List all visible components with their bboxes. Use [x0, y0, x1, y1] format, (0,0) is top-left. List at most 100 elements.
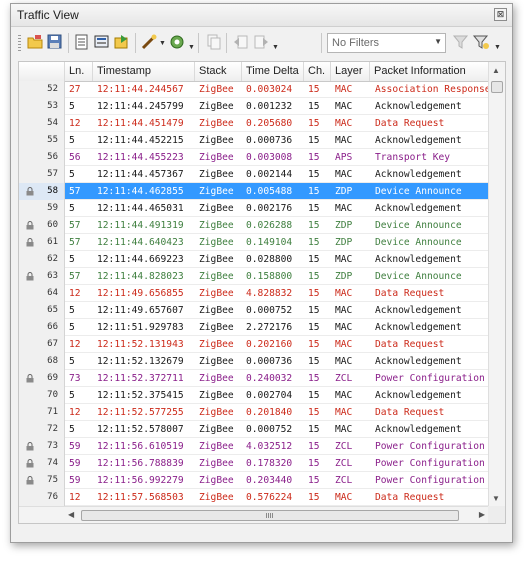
table-row[interactable]: 74 59 12:11:56.788839 ZigBee 0.178320 15 ZCL Po… [19, 455, 489, 472]
table-row[interactable]: 62 5 12:11:44.669223 ZigBee 0.028800 15 MAC Ack… [19, 251, 489, 268]
save-icon[interactable] [46, 33, 64, 51]
vertical-scrollbar[interactable]: ▲ ▼ [488, 62, 505, 506]
filter-select[interactable]: No Filters ▼ [327, 33, 446, 53]
table-row[interactable]: 76 12 12:11:57.568503 ZigBee 0.576224 15 MAC Da… [19, 489, 489, 506]
table-row[interactable]: 65 5 12:11:49.657607 ZigBee 0.000752 15 MAC Ack… [19, 302, 489, 319]
table-row[interactable]: 73 59 12:11:56.610519 ZigBee 4.032512 15 ZCL Po… [19, 438, 489, 455]
row-gutter: 58 [19, 183, 65, 200]
scroll-up-icon[interactable]: ▲ [492, 66, 500, 75]
column-header-ln[interactable]: Ln. [65, 62, 93, 81]
filter-value: No Filters [332, 37, 380, 49]
cell-packet-information: Power Configuration [375, 373, 485, 384]
row-number: 73 [47, 441, 58, 451]
cell-stack: ZigBee [199, 475, 234, 486]
table-row[interactable]: 56 56 12:11:44.455223 ZigBee 0.003008 15 APS Tr… [19, 149, 489, 166]
column-header-timestamp[interactable]: Timestamp [93, 62, 195, 81]
row-gutter: 70 [19, 387, 65, 404]
row-gutter: 62 [19, 251, 65, 268]
scroll-right-icon[interactable]: ▶ [479, 510, 485, 519]
cell-channel: 15 [308, 339, 320, 350]
toolbar-grip[interactable] [18, 35, 21, 51]
cell-packet-information: Acknowledgement [375, 424, 462, 435]
table-row[interactable]: 67 12 12:11:52.131943 ZigBee 0.202160 15 MAC Da… [19, 336, 489, 353]
table-row[interactable]: 66 5 12:11:51.929783 ZigBee 2.272176 15 MAC Ack… [19, 319, 489, 336]
chevron-down-icon[interactable]: ▼ [159, 40, 166, 47]
cell-ln: 12 [69, 288, 81, 299]
table-row[interactable]: 64 12 12:11:49.656855 ZigBee 4.828832 15 MAC Da… [19, 285, 489, 302]
copy-icon[interactable] [204, 33, 222, 51]
column-header-packet-information[interactable]: Packet Information [370, 62, 489, 81]
table-row[interactable]: 63 57 12:11:44.828023 ZigBee 0.158800 15 ZDP De… [19, 268, 489, 285]
log-icon[interactable] [73, 33, 91, 51]
cell-timestamp: 12:11:44.491319 [97, 220, 184, 231]
vertical-scroll-thumb[interactable] [491, 81, 503, 93]
cell-packet-information: Device Announce [375, 186, 462, 197]
row-number: 67 [47, 339, 58, 349]
cell-time-delta: 0.005488 [246, 186, 293, 197]
row-gutter: 75 [19, 472, 65, 489]
cell-packet-information: Acknowledgement [375, 305, 462, 316]
cell-stack: ZigBee [199, 390, 234, 401]
row-gutter: 74 [19, 455, 65, 472]
table-row[interactable]: 61 57 12:11:44.640423 ZigBee 0.149104 15 ZDP De… [19, 234, 489, 251]
table-row[interactable]: 72 5 12:11:52.578007 ZigBee 0.000752 15 MAC Ack… [19, 421, 489, 438]
table-row[interactable]: 55 5 12:11:44.452215 ZigBee 0.000736 15 MAC Ack… [19, 132, 489, 149]
row-number: 55 [47, 135, 58, 145]
cell-channel: 15 [308, 220, 320, 231]
cell-timestamp: 12:11:44.465031 [97, 203, 184, 214]
table-row[interactable]: 71 12 12:11:52.577255 ZigBee 0.201840 15 MAC Da… [19, 404, 489, 421]
row-number: 74 [47, 458, 58, 468]
back-icon[interactable] [232, 33, 250, 51]
table-row[interactable]: 52 27 12:11:44.244567 ZigBee 0.003024 15 MAC As… [19, 81, 489, 98]
column-header-channel[interactable]: Ch. [304, 62, 331, 81]
cell-stack: ZigBee [199, 186, 234, 197]
open-folder-icon[interactable] [26, 33, 44, 51]
cell-timestamp: 12:11:56.788839 [97, 458, 184, 469]
scrollbar-corner [488, 506, 505, 523]
close-button[interactable]: ⊠ [494, 8, 507, 21]
cell-ln: 59 [69, 458, 81, 469]
horizontal-scroll-thumb[interactable] [81, 510, 459, 521]
gear-plugin-icon[interactable] [168, 33, 186, 51]
funnel-edit-icon[interactable] [472, 33, 490, 51]
chevron-down-icon[interactable]: ▼ [188, 44, 195, 51]
table-row[interactable]: 53 5 12:11:44.245799 ZigBee 0.001232 15 MAC Ack… [19, 98, 489, 115]
column-header-time-delta[interactable]: Time Delta [242, 62, 304, 81]
table-row[interactable]: 54 12 12:11:44.451479 ZigBee 0.205680 15 MAC Da… [19, 115, 489, 132]
table-row[interactable]: 75 59 12:11:56.992279 ZigBee 0.203440 15 ZCL Po… [19, 472, 489, 489]
table-row[interactable]: 59 5 12:11:44.465031 ZigBee 0.002176 15 MAC Ack… [19, 200, 489, 217]
row-gutter: 67 [19, 336, 65, 353]
cell-timestamp: 12:11:49.656855 [97, 288, 184, 299]
cell-packet-information: Acknowledgement [375, 203, 462, 214]
row-number: 58 [47, 186, 58, 196]
chevron-down-icon[interactable]: ▼ [494, 44, 501, 51]
row-gutter: 60 [19, 217, 65, 234]
chevron-down-icon[interactable]: ▼ [272, 44, 279, 51]
table-row[interactable]: 57 5 12:11:44.457367 ZigBee 0.002144 15 MAC Ack… [19, 166, 489, 183]
funnel-icon[interactable] [452, 33, 470, 51]
table-row[interactable]: 68 5 12:11:52.132679 ZigBee 0.000736 15 MAC Ack… [19, 353, 489, 370]
forward-icon[interactable] [252, 33, 270, 51]
scroll-down-icon[interactable]: ▼ [492, 494, 500, 503]
cell-stack: ZigBee [199, 271, 234, 282]
table-row[interactable]: 69 73 12:11:52.372711 ZigBee 0.240032 15 ZCL Po… [19, 370, 489, 387]
row-number: 65 [47, 305, 58, 315]
horizontal-scrollbar[interactable]: ◀ ▶ [19, 506, 489, 523]
export-icon[interactable] [113, 33, 131, 51]
cell-time-delta: 0.178320 [246, 458, 293, 469]
cell-timestamp: 12:11:56.992279 [97, 475, 184, 486]
cell-timestamp: 12:11:52.577255 [97, 407, 184, 418]
table-row[interactable]: 60 57 12:11:44.491319 ZigBee 0.026288 15 ZDP De… [19, 217, 489, 234]
table-row[interactable]: 58 57 12:11:44.462855 ZigBee 0.005488 15 ZDP De… [19, 183, 489, 200]
cell-channel: 15 [308, 390, 320, 401]
table-row[interactable]: 70 5 12:11:52.375415 ZigBee 0.002704 15 MAC Ack… [19, 387, 489, 404]
wand-icon[interactable] [140, 33, 158, 51]
log-record-icon[interactable] [93, 33, 111, 51]
cell-layer: ZDP [335, 271, 353, 282]
row-number: 75 [47, 475, 58, 485]
cell-layer: MAC [335, 135, 353, 146]
scroll-left-icon[interactable]: ◀ [68, 510, 74, 519]
column-header-layer[interactable]: Layer [331, 62, 370, 81]
cell-layer: MAC [335, 424, 353, 435]
column-header-stack[interactable]: Stack [195, 62, 242, 81]
